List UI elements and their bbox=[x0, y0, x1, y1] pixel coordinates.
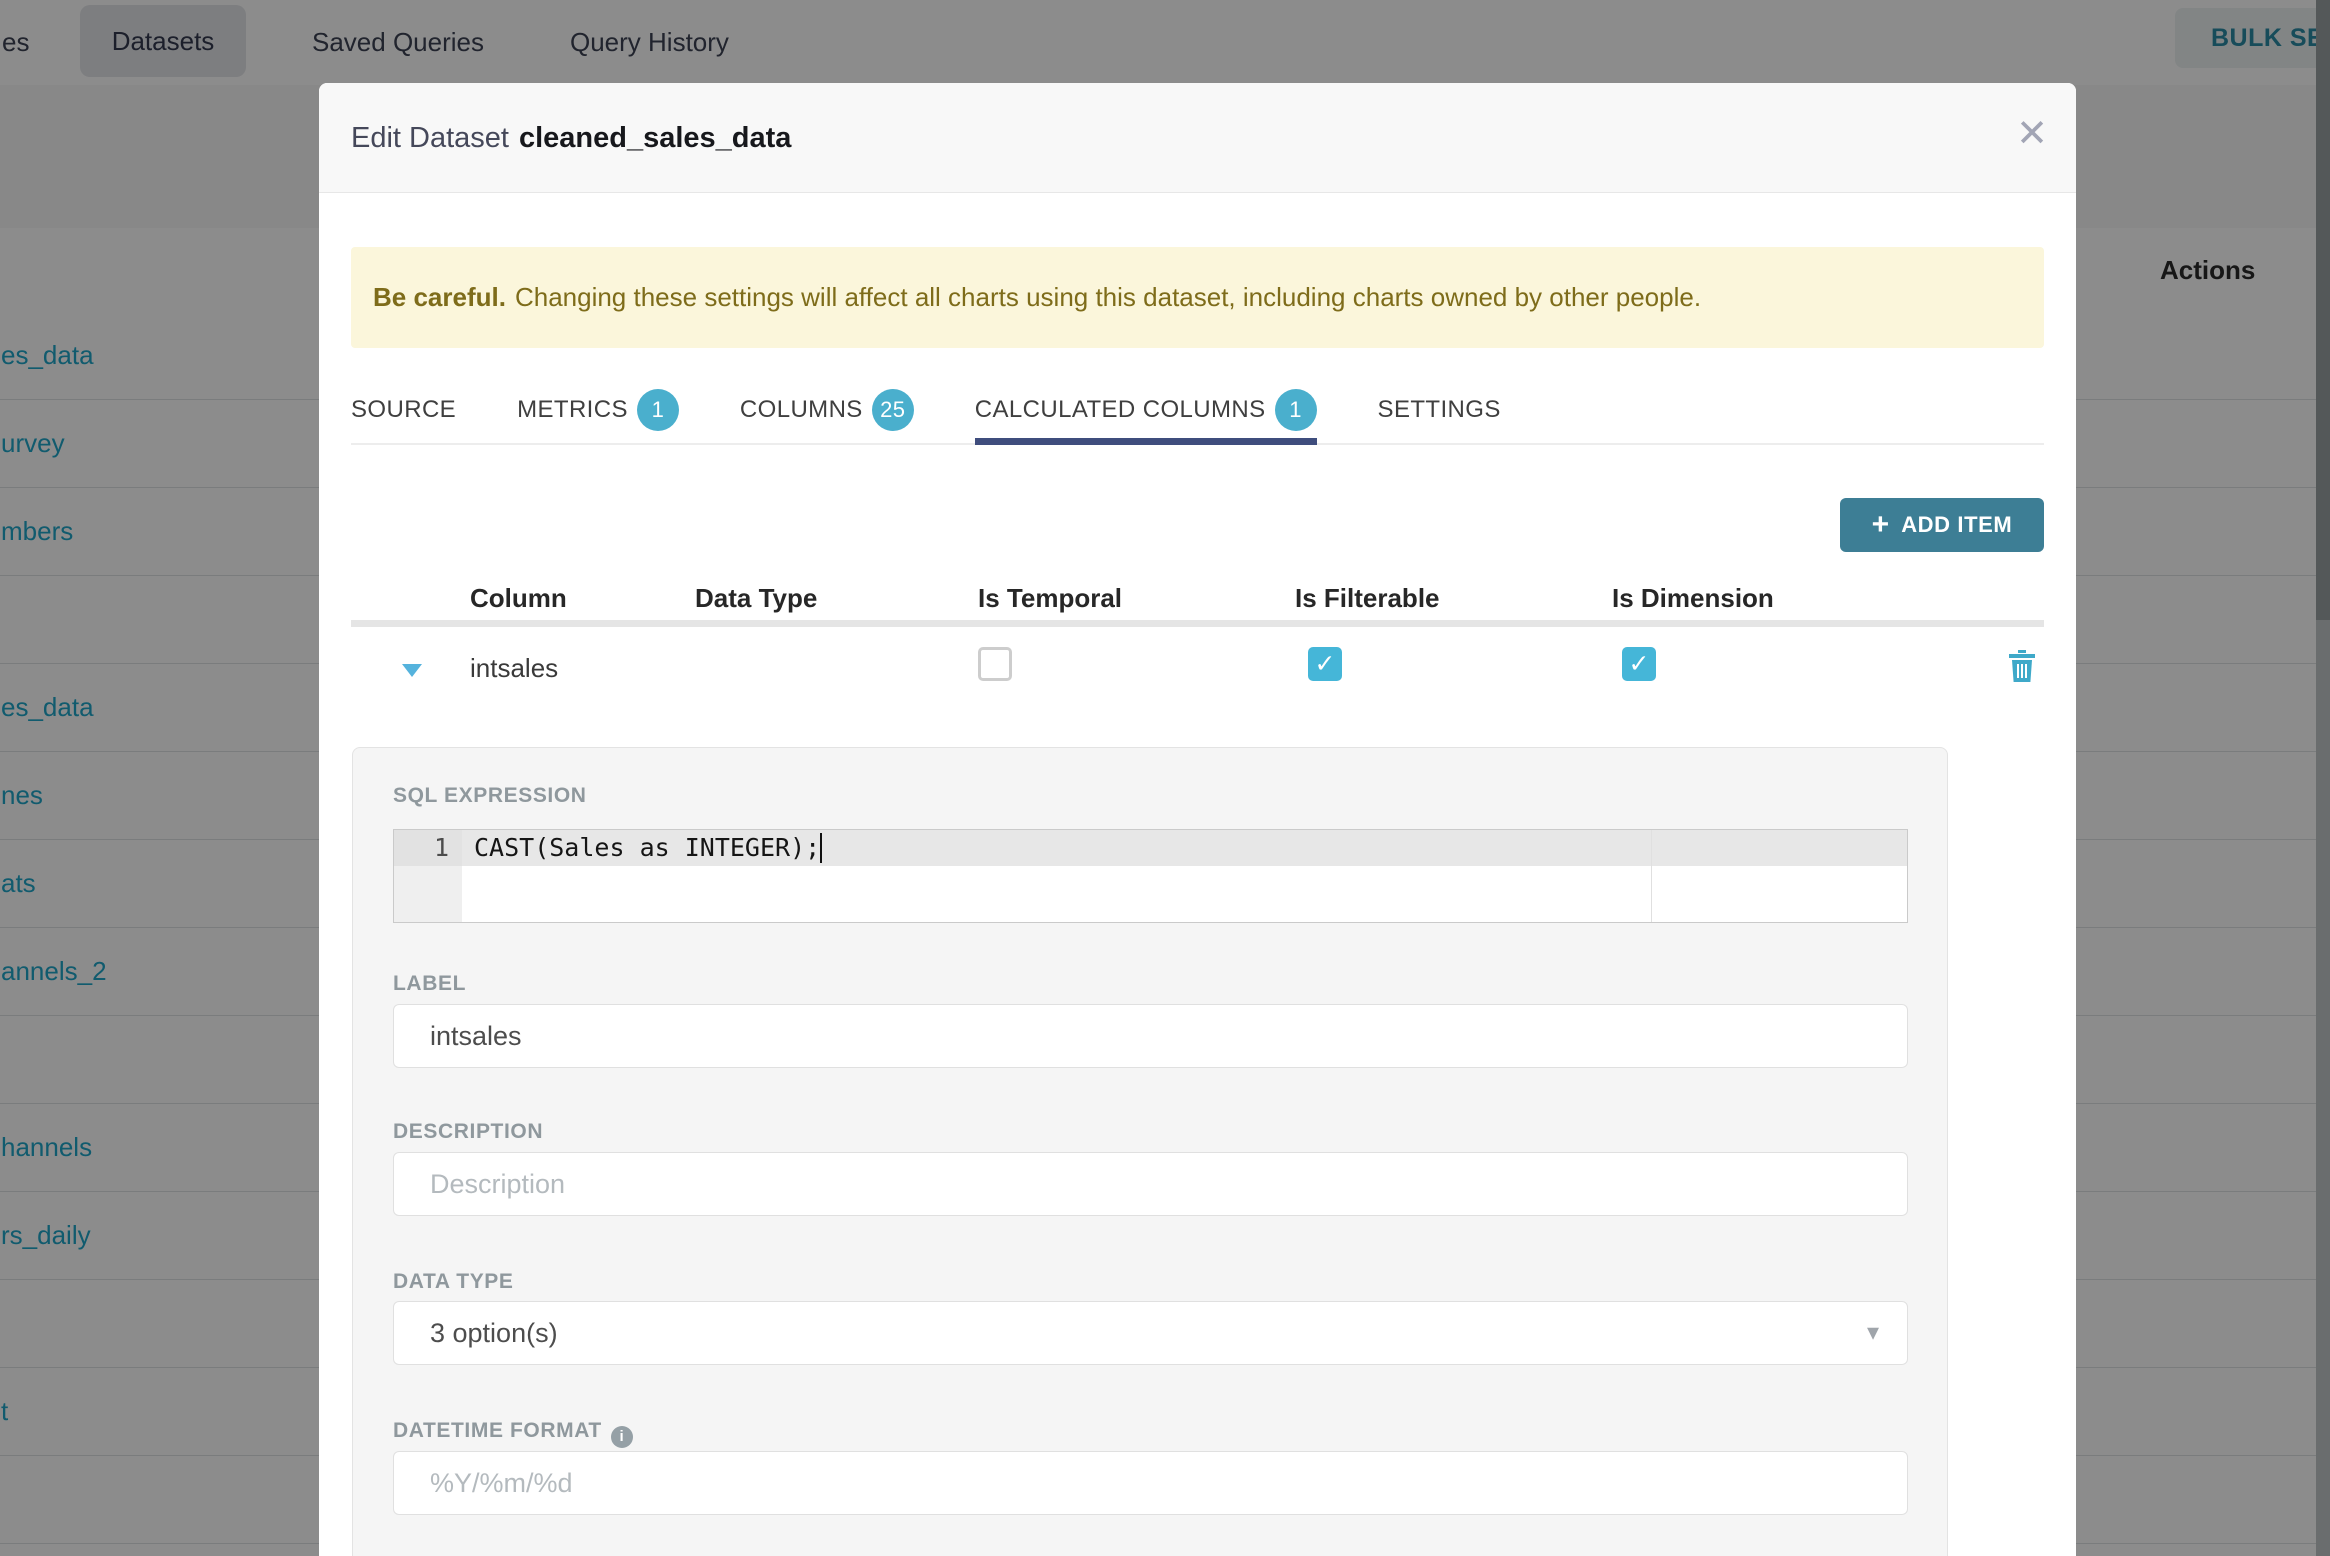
editor-line-number: 1 bbox=[394, 830, 462, 866]
column-header-is-filterable: Is Filterable bbox=[1295, 583, 1440, 613]
datetime-format-label-text: DATETIME FORMAT bbox=[393, 1419, 602, 1442]
modal-tabs: SOURCE METRICS 1 COLUMNS 25 CALCULATED C… bbox=[351, 375, 2044, 445]
warning-banner: Be careful. Changing these settings will… bbox=[351, 247, 2044, 348]
sql-expression-label: SQL EXPRESSION bbox=[393, 784, 587, 807]
tab-metrics[interactable]: METRICS 1 bbox=[517, 375, 679, 443]
tab-label: CALCULATED COLUMNS bbox=[974, 396, 1266, 423]
warning-bold: Be careful. bbox=[373, 282, 506, 312]
info-icon[interactable]: i bbox=[610, 1425, 633, 1448]
tab-columns[interactable]: COLUMNS 25 bbox=[740, 375, 914, 443]
edit-dataset-modal: Edit Dataset cleaned_sales_data ✕ Be car… bbox=[319, 83, 2076, 1556]
label-field-label: LABEL bbox=[393, 972, 466, 995]
sql-code-editor[interactable]: 1 CAST(Sales as INTEGER); bbox=[393, 829, 1908, 923]
description-field-label: DESCRIPTION bbox=[393, 1120, 544, 1143]
check-icon: ✓ bbox=[1314, 650, 1336, 678]
column-header-is-temporal: Is Temporal bbox=[978, 583, 1123, 613]
data-type-select-value: 3 option(s) bbox=[430, 1318, 558, 1348]
tab-settings[interactable]: SETTINGS bbox=[1378, 375, 1501, 443]
datetime-format-field-label: DATETIME FORMAT i bbox=[393, 1419, 633, 1448]
editor-print-margin bbox=[1651, 830, 1652, 922]
modal-title-dataset-name: cleaned_sales_data bbox=[518, 121, 792, 154]
tab-label: COLUMNS bbox=[739, 396, 863, 423]
check-icon: ✓ bbox=[1628, 650, 1650, 678]
column-header-data-type: Data Type bbox=[695, 583, 818, 613]
tab-label: SETTINGS bbox=[1377, 396, 1501, 423]
editor-gutter: 1 bbox=[394, 830, 462, 922]
collapse-row-caret-icon[interactable] bbox=[402, 664, 422, 677]
is-filterable-checkbox[interactable]: ✓ bbox=[1308, 647, 1342, 681]
column-header-column: Column bbox=[470, 583, 567, 613]
plus-icon: + bbox=[1871, 508, 1890, 541]
tab-label: SOURCE bbox=[351, 396, 457, 423]
tab-label: METRICS bbox=[517, 396, 628, 423]
sql-code-text: CAST(Sales as INTEGER); bbox=[474, 833, 821, 862]
description-input[interactable] bbox=[393, 1152, 1908, 1216]
modal-title: Edit Dataset cleaned_sales_data bbox=[351, 83, 791, 193]
warning-text: Changing these settings will affect all … bbox=[514, 282, 1702, 312]
is-dimension-checkbox[interactable]: ✓ bbox=[1622, 647, 1656, 681]
calculated-column-name: intsales bbox=[470, 653, 559, 683]
is-temporal-checkbox[interactable] bbox=[978, 647, 1012, 681]
modal-title-prefix: Edit Dataset bbox=[351, 121, 509, 154]
chevron-down-icon: ▾ bbox=[1866, 1319, 1879, 1346]
tab-count-badge: 1 bbox=[636, 389, 679, 431]
add-item-button[interactable]: + ADD ITEM bbox=[1840, 498, 2044, 552]
tab-calculated-columns[interactable]: CALCULATED COLUMNS 1 bbox=[974, 375, 1317, 445]
modal-header: Edit Dataset cleaned_sales_data ✕ bbox=[319, 83, 2076, 193]
calculated-column-detail-panel: SQL EXPRESSION 1 CAST(Sales as INTEGER);… bbox=[352, 747, 1948, 1556]
tab-count-badge: 1 bbox=[1274, 389, 1317, 431]
data-type-field-label: DATA TYPE bbox=[393, 1270, 514, 1293]
close-icon[interactable]: ✕ bbox=[2016, 115, 2048, 153]
data-type-select[interactable]: 3 option(s) ▾ bbox=[393, 1301, 1908, 1365]
tab-count-badge: 25 bbox=[871, 389, 914, 431]
label-input[interactable] bbox=[393, 1004, 1908, 1068]
screen: es Datasets Saved Queries Query History … bbox=[0, 0, 2330, 1556]
column-header-is-dimension: Is Dimension bbox=[1612, 583, 1774, 613]
datetime-format-input[interactable] bbox=[393, 1451, 1908, 1515]
header-divider bbox=[351, 620, 2044, 627]
trash-icon[interactable] bbox=[2008, 649, 2036, 683]
add-item-label: ADD ITEM bbox=[1901, 512, 2013, 537]
tab-source[interactable]: SOURCE bbox=[351, 375, 456, 443]
editor-text-cursor bbox=[820, 833, 822, 863]
